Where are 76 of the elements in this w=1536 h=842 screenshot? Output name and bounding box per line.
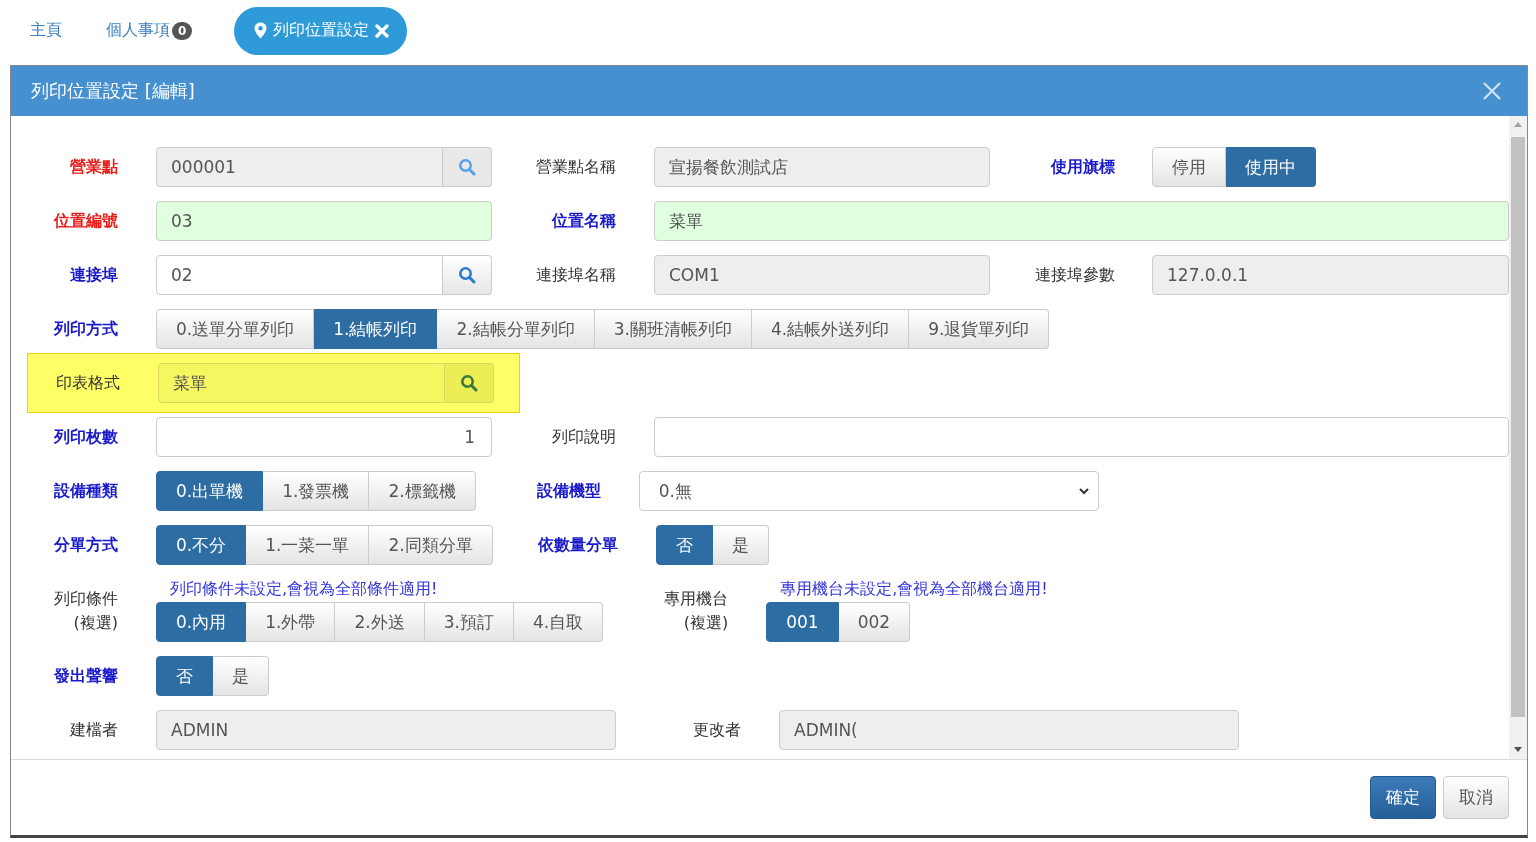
field-label: 列印方式 <box>52 318 118 340</box>
search-button[interactable] <box>443 255 492 295</box>
field-label: 位置編號 <box>52 210 118 232</box>
option-button[interactable]: 是 <box>213 656 269 696</box>
option-button[interactable]: 0.不分 <box>156 525 247 565</box>
option-button[interactable]: 0.出單機 <box>156 471 264 511</box>
search-icon <box>460 374 478 392</box>
search-button[interactable] <box>445 363 494 403</box>
field-label: 列印說明 <box>551 426 616 448</box>
confirm-button[interactable]: 確定 <box>1370 776 1436 819</box>
option-button[interactable]: 002 <box>838 602 911 642</box>
field-label: 連接埠參數 <box>1034 264 1115 286</box>
field-label: 專用機台 (複選) <box>663 587 729 634</box>
field-label: 連接埠 <box>69 264 118 286</box>
option-button[interactable]: 使用中 <box>1226 147 1316 187</box>
map-pin-icon <box>254 22 268 39</box>
search-icon <box>458 266 476 284</box>
option-button[interactable]: 4.結帳外送列印 <box>751 309 910 349</box>
input-field[interactable]: 菜單 <box>654 201 1509 241</box>
field-label: 印表格式 <box>55 372 120 394</box>
input-field[interactable]: ADMIN( <box>779 710 1239 750</box>
input-field[interactable]: 菜單 <box>158 363 445 403</box>
close-icon[interactable] <box>1483 82 1501 100</box>
search-button[interactable] <box>443 147 492 187</box>
input-field[interactable]: 03 <box>156 201 492 241</box>
input-field[interactable] <box>654 417 1509 457</box>
option-button[interactable]: 3.關班清帳列印 <box>594 309 752 349</box>
option-button[interactable]: 0.送單分單列印 <box>156 309 315 349</box>
field-label: 分單方式 <box>53 534 118 556</box>
cancel-button[interactable]: 取消 <box>1443 776 1509 819</box>
field-label: 列印條件 (複選) <box>53 587 118 634</box>
field-label: 更改者 <box>692 719 741 741</box>
input-field[interactable]: ADMIN <box>156 710 616 750</box>
field-label: 位置名稱 <box>550 210 616 232</box>
field-label: 使用旗標 <box>1049 156 1115 178</box>
input-field[interactable]: COM1 <box>654 255 990 295</box>
option-button[interactable]: 停用 <box>1152 147 1226 187</box>
option-button[interactable]: 9.退貨單列印 <box>909 309 1050 349</box>
option-button[interactable]: 1.結帳列印 <box>314 309 438 349</box>
input-field[interactable]: 宣揚餐飲測試店 <box>654 147 990 187</box>
option-button[interactable]: 2.同類分單 <box>369 525 493 565</box>
option-button[interactable]: 2.標籤機 <box>369 471 476 511</box>
option-button[interactable]: 1.外帶 <box>246 602 336 642</box>
option-button[interactable]: 是 <box>712 525 769 565</box>
hint-text: 列印條件未設定,會視為全部條件適用! <box>169 579 439 599</box>
dialog-title: 列印位置設定 [編輯] <box>31 79 195 103</box>
chevron-down-icon <box>1077 485 1090 497</box>
field-label: 設備種類 <box>53 480 118 502</box>
field-label: 設備機型 <box>535 480 601 502</box>
option-button[interactable]: 3.預訂 <box>424 602 514 642</box>
dropdown[interactable]: 0.無 <box>638 471 1099 511</box>
input-field[interactable]: 1 <box>156 417 492 457</box>
field-label: 建檔者 <box>69 719 118 741</box>
field-label: 依數量分單 <box>536 534 618 556</box>
hint-text: 專用機台未設定,會視為全部機台適用! <box>779 579 1048 599</box>
tab[interactable]: 主頁 <box>28 20 84 41</box>
field-label: 列印枚數 <box>52 426 118 448</box>
option-button[interactable]: 2.外送 <box>335 602 425 642</box>
option-button[interactable]: 否 <box>655 525 713 565</box>
option-button[interactable]: 0.內用 <box>156 602 247 642</box>
option-button[interactable]: 否 <box>156 656 213 696</box>
option-button[interactable]: 4.自取 <box>513 602 604 642</box>
field-label: 營業點名稱 <box>535 156 616 178</box>
tab[interactable]: 個人事項 0 <box>104 20 215 41</box>
search-icon <box>458 158 476 176</box>
field-label: 連接埠名稱 <box>535 264 616 286</box>
field-label: 營業點 <box>69 156 118 178</box>
input-field[interactable]: 02 <box>156 255 443 295</box>
option-button[interactable]: 2.結帳分單列印 <box>437 309 595 349</box>
option-button[interactable]: 1.一菜一單 <box>246 525 370 565</box>
option-button[interactable]: 001 <box>766 602 839 642</box>
field-label: 發出聲響 <box>53 665 118 687</box>
count-badge: 0 <box>172 21 193 40</box>
input-field[interactable]: 000001 <box>156 147 443 187</box>
option-button[interactable]: 1.發票機 <box>263 471 370 511</box>
input-field[interactable]: 127.0.0.1 <box>1152 255 1509 295</box>
